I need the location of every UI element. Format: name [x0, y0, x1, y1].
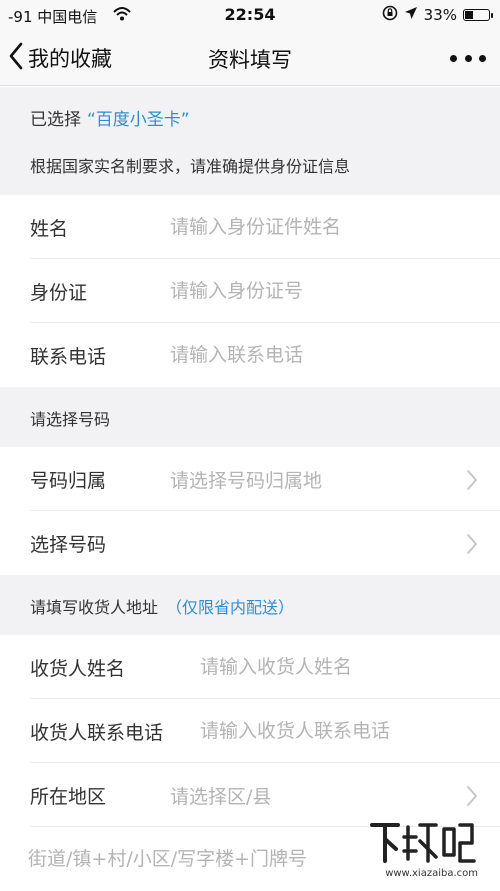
region-placeholder: 请选择区/县 — [170, 786, 272, 808]
recipient-phone-input[interactable] — [200, 713, 480, 749]
region-label: 所在地区 — [30, 786, 107, 808]
recipient-name-row: 收货人姓名 — [0, 635, 500, 699]
id-notice-banner: 根据国家实名制要求，请准确提供身份证信息 — [0, 143, 500, 195]
number-region-placeholder: 请选择号码归属地 — [170, 470, 323, 492]
address-section-header: 请填写收货人地址 （仅限省内配送） — [0, 575, 500, 635]
site-watermark-logo: www.xiazaiba.com — [368, 819, 478, 879]
chevron-right-icon — [466, 533, 478, 559]
watermark-site: www.xiazaiba.com — [385, 868, 478, 879]
back-label: 我的收藏 — [28, 47, 112, 71]
address-delivery-note: （仅限省内配送） — [166, 598, 295, 617]
recipient-name-input[interactable] — [200, 649, 480, 685]
location-arrow-icon — [404, 6, 418, 24]
recipient-phone-label: 收货人联系电话 — [30, 722, 164, 744]
back-button[interactable]: 我的收藏 — [8, 40, 112, 76]
chevron-left-icon — [8, 42, 24, 74]
region-row[interactable]: 所在地区 请选择区/县 — [0, 763, 500, 827]
selected-prefix: 已选择 — [30, 110, 81, 130]
more-dot-icon — [464, 54, 472, 62]
phone-row: 联系电话 — [0, 323, 500, 387]
choose-number-label: 选择号码 — [30, 534, 107, 556]
id-notice-text: 根据国家实名制要求，请准确提供身份证信息 — [30, 157, 351, 176]
name-label: 姓名 — [30, 218, 69, 240]
id-number-row: 身份证 — [0, 259, 500, 323]
phone-input[interactable] — [170, 337, 470, 373]
rotation-lock-icon — [382, 5, 398, 25]
chevron-right-icon — [466, 785, 478, 811]
number-section-header: 请选择号码 — [0, 387, 500, 447]
name-input[interactable] — [170, 209, 470, 245]
selected-card-banner: 已选择 “百度小圣卡” — [0, 87, 500, 143]
chevron-right-icon — [466, 469, 478, 495]
id-number-input[interactable] — [170, 273, 470, 309]
battery-percent: 33% — [423, 6, 457, 24]
battery-icon — [463, 9, 493, 21]
address-section-title: 请填写收货人地址 — [30, 598, 159, 617]
name-row: 姓名 — [0, 195, 500, 259]
more-dot-icon — [450, 54, 457, 62]
id-number-label: 身份证 — [30, 282, 88, 304]
more-dot-icon — [479, 54, 486, 62]
number-region-row[interactable]: 号码归属 请选择号码归属地 — [0, 447, 500, 511]
recipient-phone-row: 收货人联系电话 — [0, 699, 500, 763]
more-options-button[interactable] — [450, 44, 486, 72]
nav-bar: 我的收藏 资料填写 — [0, 30, 500, 86]
recipient-name-label: 收货人姓名 — [30, 658, 126, 680]
choose-number-row[interactable]: 选择号码 — [0, 511, 500, 575]
status-bar: -91 中国电信 22:54 33% — [0, 0, 500, 30]
number-section-title: 请选择号码 — [30, 410, 111, 429]
phone-label: 联系电话 — [30, 346, 107, 368]
selected-card-name: “百度小圣卡” — [87, 110, 190, 130]
number-region-label: 号码归属 — [30, 470, 107, 492]
